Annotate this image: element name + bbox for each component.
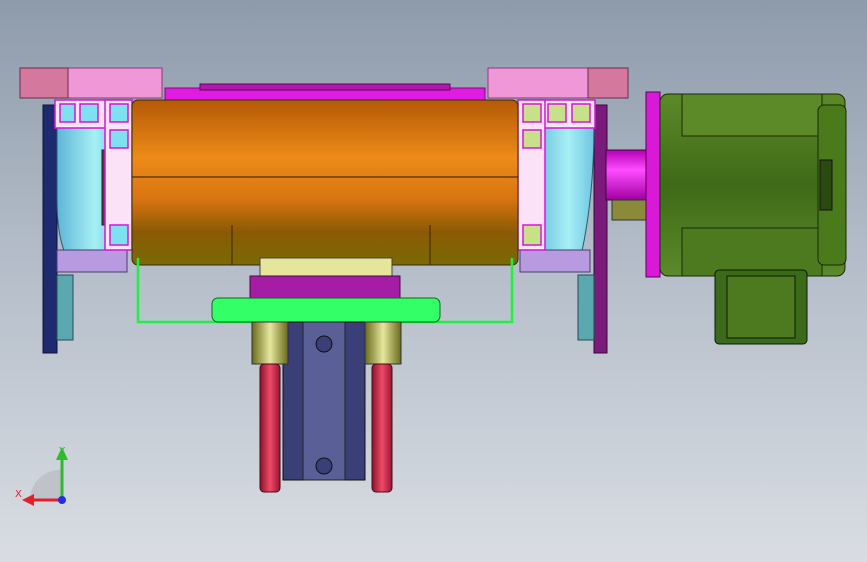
motor-flange (645, 91, 661, 278)
x-axis-arrowhead (22, 494, 34, 506)
axis-triad: Y X (15, 446, 68, 506)
right-guide-rod (371, 363, 393, 493)
motor-coupling (605, 149, 649, 221)
y-axis-label: Y (58, 446, 66, 457)
left-guide-bushing (251, 321, 289, 365)
z-axis-point (58, 496, 66, 504)
cad-viewport[interactable]: Y X (0, 0, 867, 562)
cylinder-mount (249, 257, 401, 301)
drive-roller (131, 99, 519, 266)
triad-plane (29, 469, 62, 500)
top-beam (164, 83, 486, 103)
x-axis-label: X (15, 489, 22, 500)
top-right-clamp (487, 67, 629, 99)
top-left-clamp (19, 67, 163, 99)
left-guide-rod (259, 363, 281, 493)
lift-plate (211, 297, 441, 323)
linear-slide (282, 321, 366, 481)
gear-motor (659, 93, 847, 345)
right-guide-bushing (364, 321, 402, 365)
